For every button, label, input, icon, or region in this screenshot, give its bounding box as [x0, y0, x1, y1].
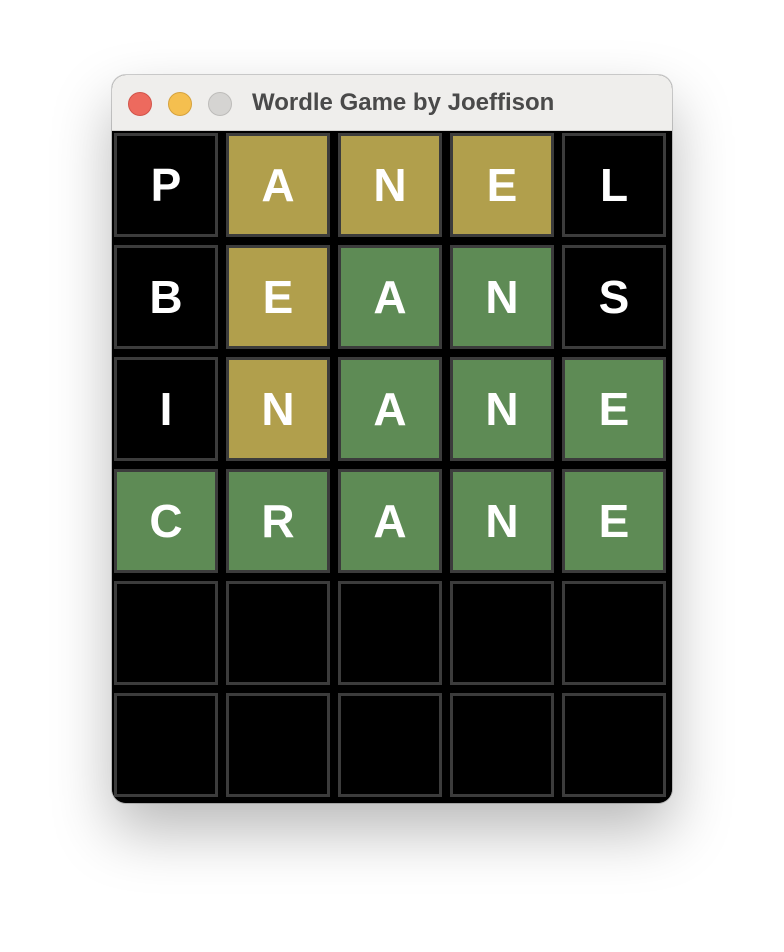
letter-tile-correct: E — [562, 357, 666, 461]
empty-tile — [450, 693, 554, 797]
empty-tile — [338, 693, 442, 797]
letter-tile-correct: E — [562, 469, 666, 573]
letter-tile-absent: S — [562, 245, 666, 349]
letter-tile-correct: A — [338, 245, 442, 349]
letter-tile-correct: A — [338, 357, 442, 461]
letter-tile-correct: N — [450, 357, 554, 461]
letter-tile-correct: R — [226, 469, 330, 573]
empty-tile — [226, 581, 330, 685]
empty-tile — [114, 581, 218, 685]
game-board: PANELBEANSINANECRANE — [112, 131, 672, 803]
letter-tile-correct: C — [114, 469, 218, 573]
empty-tile — [562, 581, 666, 685]
letter-tile-correct: A — [338, 469, 442, 573]
letter-tile-correct: N — [450, 245, 554, 349]
title-bar[interactable]: Wordle Game by Joeffison — [112, 75, 672, 131]
empty-tile — [114, 693, 218, 797]
letter-tile-present: N — [338, 133, 442, 237]
letter-tile-present: A — [226, 133, 330, 237]
zoom-window-button[interactable] — [208, 92, 232, 116]
empty-tile — [338, 581, 442, 685]
empty-tile — [562, 693, 666, 797]
empty-tile — [226, 693, 330, 797]
empty-tile — [450, 581, 554, 685]
minimize-window-button[interactable] — [168, 92, 192, 116]
window-title: Wordle Game by Joeffison — [252, 89, 555, 116]
app-window: Wordle Game by Joeffison PANELBEANSINANE… — [112, 75, 672, 803]
letter-tile-present: N — [226, 357, 330, 461]
letter-tile-absent: P — [114, 133, 218, 237]
close-window-button[interactable] — [128, 92, 152, 116]
letter-tile-present: E — [226, 245, 330, 349]
letter-tile-absent: B — [114, 245, 218, 349]
letter-tile-absent: L — [562, 133, 666, 237]
letter-tile-correct: N — [450, 469, 554, 573]
letter-tile-present: E — [450, 133, 554, 237]
letter-tile-absent: I — [114, 357, 218, 461]
